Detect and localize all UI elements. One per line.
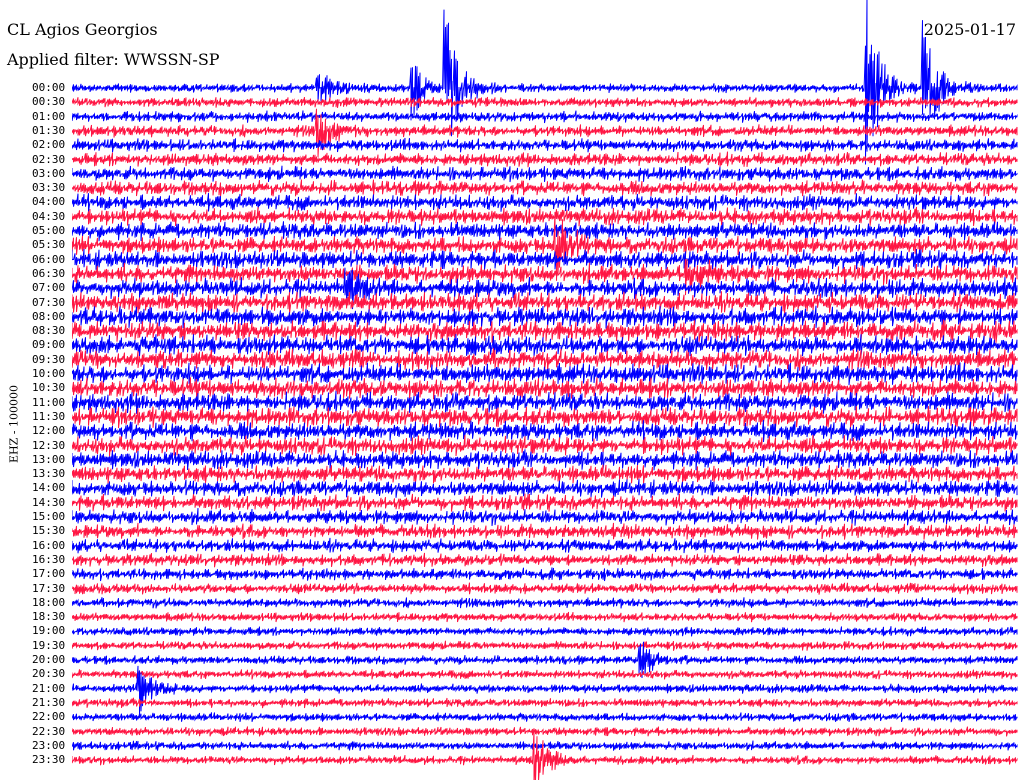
trace-line — [72, 493, 1018, 512]
trace-line — [72, 668, 1018, 680]
time-label: 05:00 — [32, 224, 66, 237]
trace-line — [72, 406, 1018, 429]
time-label: 22:30 — [32, 724, 66, 738]
trace-line — [72, 611, 1018, 623]
time-label: 10:30 — [32, 381, 66, 395]
time-label: 18:00 — [32, 595, 66, 609]
trace-line — [72, 522, 1018, 540]
trace-line — [72, 537, 1018, 554]
trace-line — [72, 193, 1018, 212]
time-label: 11:30 — [32, 409, 66, 423]
trace-line — [72, 291, 1018, 315]
time-label: 08:00 — [32, 309, 66, 323]
trace-line — [72, 697, 1018, 709]
time-label: 11:00 — [32, 395, 66, 409]
trace-line — [72, 165, 1018, 183]
time-label: 07:00 — [32, 281, 66, 295]
time-label: 16:00 — [32, 538, 66, 552]
time-labels: 00:00 00:30 01:00 01:30 02:00 02:30 03:00 03:30… — [0, 0, 70, 780]
trace-line — [72, 420, 1018, 443]
trace-line — [72, 151, 1018, 168]
seismogram-plot — [72, 0, 1018, 780]
trace-line — [72, 334, 1018, 357]
time-label: 23:30 — [32, 753, 66, 767]
time-label: 20:00 — [32, 653, 66, 666]
trace-line — [72, 740, 1018, 751]
time-label: 00:00 — [32, 81, 66, 94]
time-label: 02:30 — [32, 152, 66, 166]
time-label: 19:00 — [32, 624, 66, 638]
trace-line — [72, 221, 1018, 242]
time-label: 13:30 — [32, 467, 66, 481]
time-label: 14:00 — [32, 481, 66, 495]
trace-line — [72, 731, 1018, 780]
trace-line — [72, 640, 1018, 651]
time-label: 17:30 — [32, 581, 66, 595]
trace-line — [72, 179, 1018, 197]
trace-line — [72, 508, 1018, 526]
time-label: 18:30 — [32, 610, 66, 624]
trace-line — [72, 478, 1018, 498]
time-label: 22:00 — [32, 710, 66, 724]
time-label: 08:30 — [32, 324, 66, 338]
time-label: 12:00 — [32, 424, 66, 438]
time-label: 15:00 — [32, 510, 66, 523]
trace-line — [72, 582, 1018, 595]
trace-line — [72, 464, 1018, 484]
time-label: 06:30 — [32, 266, 66, 280]
trace-line — [72, 726, 1018, 737]
trace-line — [72, 390, 1018, 414]
time-label: 03:00 — [32, 166, 66, 180]
time-label: 00:30 — [32, 95, 66, 109]
trace-line — [72, 137, 1018, 153]
time-label: 03:30 — [32, 181, 66, 195]
time-label: 09:00 — [32, 338, 66, 352]
trace-line — [72, 248, 1018, 271]
time-label: 19:30 — [32, 638, 66, 652]
time-label: 10:00 — [32, 367, 66, 380]
time-label: 07:30 — [32, 295, 66, 309]
time-label: 21:30 — [32, 695, 66, 709]
trace-line — [72, 626, 1018, 637]
trace-line — [72, 712, 1018, 723]
time-label: 21:00 — [32, 681, 66, 695]
time-label: 01:00 — [32, 109, 66, 123]
time-label: 05:30 — [32, 238, 66, 252]
trace-line — [72, 305, 1018, 329]
time-label: 04:00 — [32, 195, 66, 209]
time-label: 15:30 — [32, 524, 66, 538]
time-label: 14:30 — [32, 495, 66, 509]
time-label: 12:30 — [32, 438, 66, 452]
time-label: 17:00 — [32, 567, 66, 581]
time-label: 06:00 — [32, 252, 66, 266]
trace-line — [72, 552, 1018, 568]
trace-line — [72, 597, 1018, 609]
trace-line — [72, 567, 1018, 582]
time-label: 09:30 — [32, 352, 66, 366]
time-label: 23:00 — [32, 738, 66, 752]
time-label: 04:30 — [32, 209, 66, 223]
time-label: 16:30 — [32, 552, 66, 566]
time-label: 01:30 — [32, 123, 66, 137]
time-label: 20:30 — [32, 667, 66, 681]
trace-line — [72, 206, 1018, 227]
time-label: 13:00 — [32, 452, 66, 466]
time-label: 02:00 — [32, 138, 66, 152]
